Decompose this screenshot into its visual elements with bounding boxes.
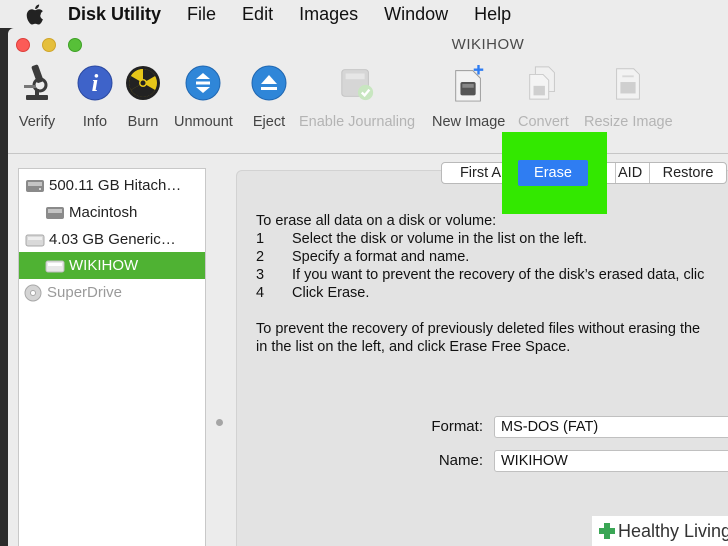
instructions-intro: To erase all data on a disk or volume: — [256, 213, 497, 229]
free-space-note-line2: in the list on the left, and click Erase… — [256, 339, 571, 355]
format-select[interactable]: MS-DOS (FAT) — [494, 416, 728, 438]
menu-window[interactable]: Window — [384, 4, 448, 25]
new-image-label: New Image — [432, 114, 506, 130]
app-name-menu[interactable]: Disk Utility — [68, 4, 161, 25]
step-number: 3 — [256, 267, 265, 283]
format-select-value: MS-DOS (FAT) — [501, 419, 599, 435]
sidebar-item-label: Macintosh — [69, 204, 138, 221]
tab-raid[interactable]: AID — [616, 163, 650, 183]
watermark: Healthy Living — [592, 516, 728, 546]
eject-icon — [250, 62, 288, 104]
step-text: Click Erase. — [292, 285, 370, 301]
free-space-note-line1: To prevent the recovery of previously de… — [256, 321, 701, 337]
menu-help[interactable]: Help — [474, 4, 511, 25]
sidebar-item-label: 4.03 GB Generic… — [49, 231, 176, 248]
convert-button[interactable]: Convert — [518, 62, 569, 130]
sidebar-item-label: SuperDrive — [47, 284, 123, 301]
verify-button[interactable]: Verify — [18, 62, 56, 130]
usb-drive-icon — [25, 231, 45, 249]
new-image-icon — [450, 62, 488, 104]
eject-label: Eject — [252, 114, 286, 130]
eject-button[interactable]: Eject — [250, 62, 288, 130]
window-title: WIKIHOW — [451, 36, 525, 53]
verify-label: Verify — [18, 114, 56, 130]
sidebar-item-label: 500.11 GB Hitach… — [49, 177, 182, 194]
menu-bar: Disk Utility File Edit Images Window Hel… — [0, 0, 728, 28]
menu-images[interactable]: Images — [299, 4, 358, 25]
split-view-handle[interactable] — [216, 419, 223, 426]
microscope-icon — [18, 62, 56, 104]
step-number: 2 — [256, 249, 265, 265]
sidebar-item-hitachi-disk[interactable]: 500.11 GB Hitach… — [19, 172, 205, 199]
menu-file[interactable]: File — [187, 4, 216, 25]
step-text: Select the disk or volume in the list on… — [292, 231, 587, 247]
name-field[interactable]: WIKIHOW — [494, 450, 728, 472]
resize-image-label: Resize Image — [584, 114, 673, 130]
step-text: Specify a format and name. — [292, 249, 470, 265]
sidebar-item-macintosh[interactable]: Macintosh — [19, 199, 205, 226]
erase-instructions: To erase all data on a disk or volume: 1… — [256, 212, 704, 356]
info-label: Info — [82, 114, 108, 130]
sidebar-item-wikihow[interactable]: WIKIHOW — [19, 252, 205, 279]
journaling-drive-icon — [338, 62, 376, 104]
apple-icon[interactable] — [26, 3, 48, 25]
format-label: Format: — [431, 418, 483, 435]
resize-image-icon — [609, 62, 647, 104]
zoom-button[interactable] — [68, 38, 82, 52]
unmount-button[interactable]: Unmount — [174, 62, 233, 130]
disk-sidebar: 500.11 GB Hitach… Macintosh 4.03 GB Gene… — [18, 168, 206, 546]
watermark-text: Healthy Living — [618, 520, 728, 541]
name-label: Name: — [438, 452, 483, 469]
optical-drive-icon — [23, 284, 43, 302]
radiation-icon — [124, 62, 162, 104]
resize-image-button[interactable]: Resize Image — [584, 62, 673, 130]
minimize-button[interactable] — [42, 38, 56, 52]
tab-erase[interactable]: Erase — [518, 160, 588, 186]
step-number: 1 — [256, 231, 265, 247]
name-field-value: WIKIHOW — [501, 453, 568, 469]
plus-icon — [598, 522, 616, 540]
title-bar[interactable]: WIKIHOW — [8, 28, 728, 60]
volume-icon — [45, 257, 65, 275]
instruction-step: 1 Select the disk or volume in the list … — [256, 230, 704, 248]
instruction-step: 2 Specify a format and name. — [256, 248, 704, 266]
burn-label: Burn — [127, 114, 159, 130]
step-number: 4 — [256, 285, 265, 301]
instruction-step: 4 Click Erase. — [256, 284, 704, 302]
volume-icon — [45, 204, 65, 222]
close-button[interactable] — [16, 38, 30, 52]
instruction-step: 3 If you want to prevent the recovery of… — [256, 266, 704, 284]
enable-journaling-button[interactable]: Enable Journaling — [299, 62, 415, 130]
unmount-icon — [184, 62, 222, 104]
new-image-button[interactable]: New Image — [432, 62, 505, 130]
info-icon: i — [76, 62, 114, 104]
step-text: If you want to prevent the recovery of t… — [292, 267, 705, 283]
burn-button[interactable]: Burn — [124, 62, 162, 130]
menu-edit[interactable]: Edit — [242, 4, 273, 25]
sidebar-item-label: WIKIHOW — [69, 257, 139, 274]
svg-text:i: i — [92, 71, 99, 97]
convert-label: Convert — [518, 114, 569, 130]
sidebar-item-generic-disk[interactable]: 4.03 GB Generic… — [19, 226, 205, 253]
info-button[interactable]: i Info — [76, 62, 114, 130]
convert-icon — [524, 62, 562, 104]
hard-drive-icon — [25, 177, 45, 195]
enable-journaling-label: Enable Journaling — [299, 114, 416, 130]
sidebar-item-superdrive[interactable]: SuperDrive — [19, 279, 205, 306]
toolbar: Verify i Info Burn Unmount Eject Enable … — [8, 58, 728, 154]
unmount-label: Unmount — [174, 114, 233, 130]
tab-restore[interactable]: Restore — [650, 163, 726, 183]
